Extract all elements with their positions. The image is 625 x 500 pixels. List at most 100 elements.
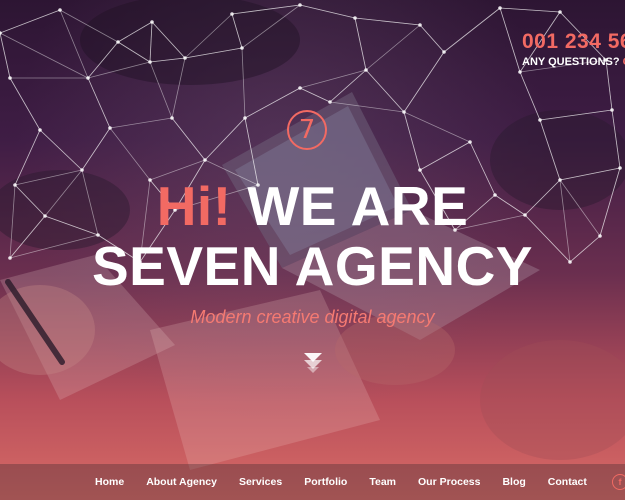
network-node <box>558 10 562 14</box>
network-line <box>9 77 41 131</box>
network-node <box>38 128 42 132</box>
network-line <box>151 21 186 59</box>
nav-item-contact[interactable]: Contact <box>537 476 598 488</box>
network-node <box>58 8 62 12</box>
phone-number[interactable]: 001 234 56 <box>522 30 625 54</box>
network-line <box>329 101 405 113</box>
seven-logo-icon[interactable]: 7 <box>287 110 327 150</box>
network-line <box>231 13 243 49</box>
network-node <box>0 31 2 35</box>
network-line <box>244 87 301 119</box>
network-node <box>150 20 154 24</box>
network-line <box>354 17 367 71</box>
network-line <box>419 24 445 53</box>
logo-glyph: 7 <box>298 115 316 145</box>
nav-item-home[interactable]: Home <box>84 476 135 488</box>
nav-item-about-agency[interactable]: About Agency <box>135 476 228 488</box>
network-node <box>418 23 422 27</box>
network-line <box>0 9 61 34</box>
network-line <box>241 47 246 119</box>
questions-line: ANY QUESTIONS? CA <box>522 56 625 68</box>
network-node <box>402 110 406 114</box>
network-node <box>108 126 112 130</box>
header-contact: 001 234 56 ANY QUESTIONS? CA <box>522 30 625 68</box>
main-nav: Home About Agency Services Portfolio Tea… <box>84 464 598 500</box>
network-line <box>149 61 173 119</box>
double-chevron-down-icon[interactable] <box>301 350 325 374</box>
network-line <box>299 87 331 103</box>
network-node <box>80 168 84 172</box>
network-line <box>443 7 501 53</box>
nav-item-blog[interactable]: Blog <box>491 476 536 488</box>
facebook-glyph: f <box>618 476 622 487</box>
network-line <box>611 109 621 169</box>
network-line <box>87 77 111 129</box>
facebook-icon[interactable]: f <box>612 474 625 490</box>
network-node <box>243 116 247 120</box>
nav-item-services[interactable]: Services <box>228 476 293 488</box>
network-line <box>171 57 186 119</box>
network-line <box>365 24 421 71</box>
network-node <box>8 76 12 80</box>
hero-section: 001 234 56 ANY QUESTIONS? CA 7 Hi! WE AR… <box>0 0 625 500</box>
network-line <box>117 41 151 63</box>
headline-hi: Hi! <box>156 175 232 237</box>
network-node <box>203 158 207 162</box>
network-line <box>87 61 151 79</box>
nav-item-portfolio[interactable]: Portfolio <box>293 476 358 488</box>
network-node <box>148 60 152 64</box>
network-node <box>610 108 614 112</box>
main-navigation-bar: Home About Agency Services Portfolio Tea… <box>0 464 625 500</box>
network-node <box>170 116 174 120</box>
network-node <box>364 68 368 72</box>
network-line <box>403 111 471 143</box>
network-line <box>0 32 11 79</box>
network-node <box>498 6 502 10</box>
network-line <box>419 141 471 171</box>
network-node <box>298 86 302 90</box>
network-line <box>499 7 561 13</box>
network-line <box>39 129 83 171</box>
headline-line-1: Hi! WE ARE <box>0 176 625 236</box>
network-node <box>442 50 446 54</box>
network-line <box>59 9 119 43</box>
hero-tagline: Modern creative digital agency <box>190 307 435 327</box>
network-node <box>518 70 522 74</box>
network-line <box>149 21 153 63</box>
network-line <box>403 51 445 113</box>
network-node <box>353 16 357 20</box>
network-line <box>117 21 153 43</box>
headline-we-are: WE ARE <box>247 175 469 237</box>
network-line <box>365 69 405 113</box>
network-line <box>81 127 111 171</box>
network-node <box>468 140 472 144</box>
network-node <box>116 40 120 44</box>
network-line <box>539 119 561 181</box>
nav-item-team[interactable]: Team <box>358 476 407 488</box>
nav-item-our-process[interactable]: Our Process <box>407 476 491 488</box>
headline-line-2: SEVEN AGENCY <box>91 235 533 297</box>
network-line <box>109 127 151 181</box>
network-node <box>183 56 187 60</box>
network-line <box>299 4 356 19</box>
network-node <box>328 100 332 104</box>
network-line <box>184 13 233 59</box>
network-line <box>499 7 521 73</box>
network-line <box>354 17 421 26</box>
network-node <box>618 166 622 170</box>
questions-label: ANY QUESTIONS? <box>522 56 620 68</box>
network-line <box>87 41 119 79</box>
network-node <box>418 168 422 172</box>
network-line <box>539 109 613 121</box>
network-line <box>403 111 421 171</box>
network-node <box>538 118 542 122</box>
network-node <box>240 46 244 50</box>
network-node <box>298 3 302 7</box>
network-line <box>171 117 206 161</box>
network-line <box>519 71 541 121</box>
network-line <box>204 117 246 161</box>
hero-headline: Hi! WE ARE SEVEN AGENCY <box>0 176 625 296</box>
network-line <box>109 117 173 129</box>
network-line <box>0 32 89 79</box>
network-node <box>230 12 234 16</box>
